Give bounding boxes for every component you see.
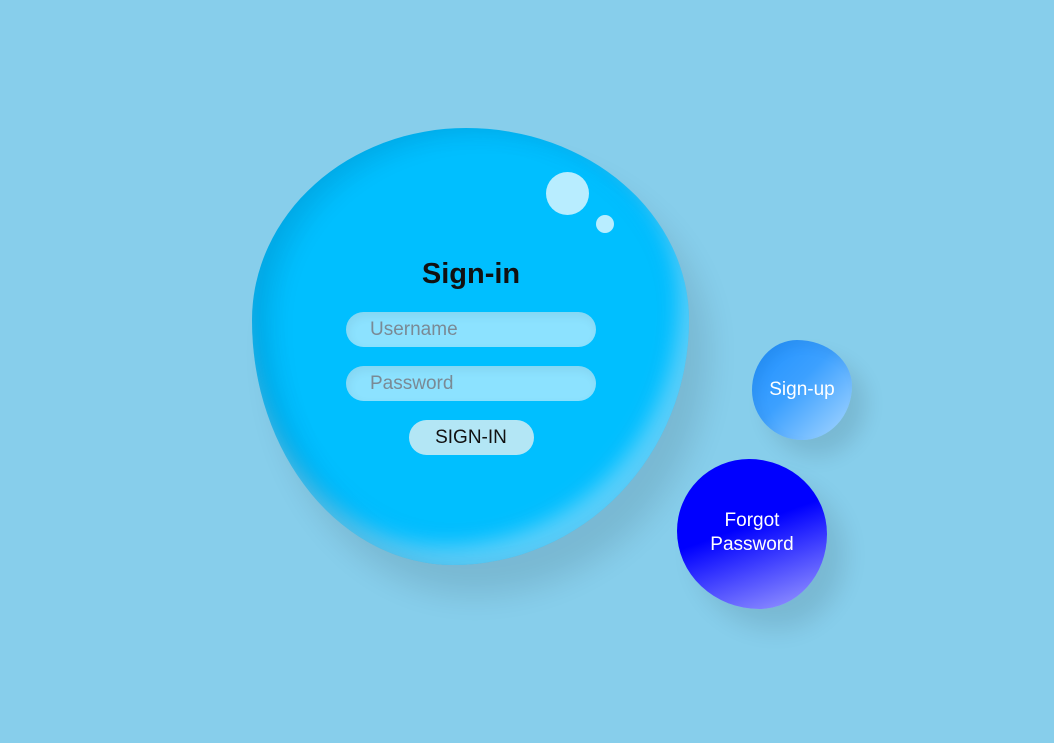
signup-label: Sign-up — [769, 379, 835, 400]
signin-form: Sign-in SIGN-IN — [346, 256, 596, 455]
signin-button[interactable]: SIGN-IN — [408, 420, 534, 455]
signin-title: Sign-in — [421, 258, 521, 290]
username-field-wrapper — [346, 312, 596, 347]
forgot-password-link-drop[interactable]: Forgot Password — [677, 459, 827, 609]
page: Sign-in SIGN-IN Sign-up Forgot Password — [0, 0, 1054, 743]
forgot-password-label: Forgot Password — [710, 510, 794, 555]
signin-drop-card: Sign-in SIGN-IN — [252, 128, 689, 565]
password-field-wrapper — [346, 366, 596, 401]
signup-link-drop[interactable]: Sign-up — [752, 340, 852, 440]
username-input[interactable] — [346, 312, 596, 347]
password-input[interactable] — [346, 366, 596, 401]
